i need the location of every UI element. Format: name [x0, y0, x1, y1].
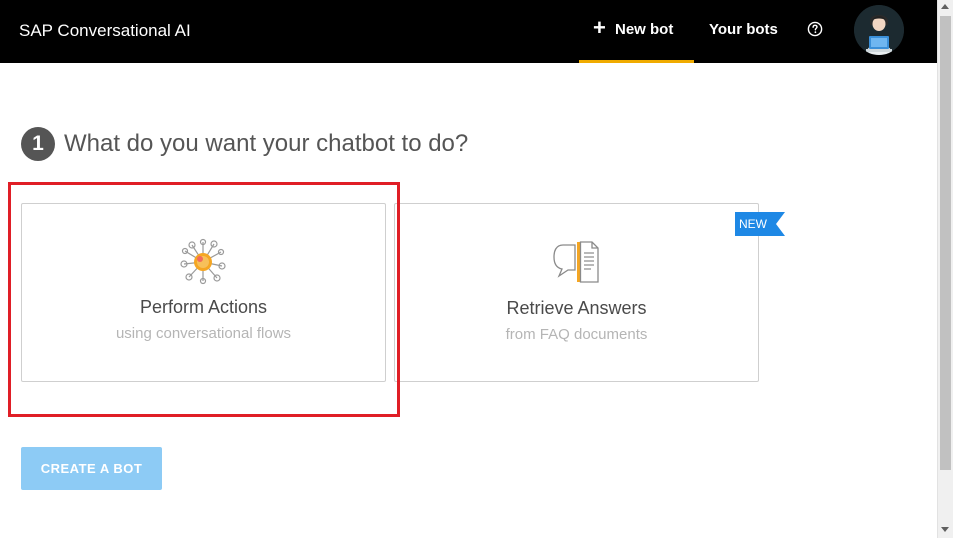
- scroll-thumb[interactable]: [940, 16, 951, 470]
- option-subtitle: from FAQ documents: [505, 326, 648, 343]
- user-avatar-icon[interactable]: [854, 5, 904, 55]
- top-bar: SAP Conversational AI + New bot Your bot…: [0, 0, 937, 63]
- new-badge-label: NEW: [739, 217, 767, 231]
- offscreen-content: [26, 533, 356, 538]
- faq-document-icon: [553, 241, 599, 283]
- nav-new-bot-label: New bot: [615, 21, 674, 38]
- nav-new-bot[interactable]: + New bot: [579, 0, 694, 63]
- selection-highlight: [8, 182, 400, 417]
- page-question: What do you want your chatbot to do?: [64, 130, 469, 157]
- nav-your-bots[interactable]: Your bots: [709, 21, 778, 38]
- app-brand[interactable]: SAP Conversational AI: [19, 21, 191, 41]
- plus-icon: +: [593, 15, 606, 40]
- question-circle-icon[interactable]: [807, 21, 823, 37]
- create-bot-button[interactable]: CREATE A BOT: [21, 447, 162, 490]
- option-title: Retrieve Answers: [506, 298, 647, 318]
- scroll-down-arrow-icon[interactable]: [941, 527, 949, 532]
- step-number-badge: 1: [21, 127, 55, 161]
- vertical-scrollbar[interactable]: [937, 0, 953, 538]
- option-retrieve-answers[interactable]: Retrieve Answers from FAQ documents: [394, 203, 759, 382]
- scroll-up-arrow-icon[interactable]: [941, 4, 949, 9]
